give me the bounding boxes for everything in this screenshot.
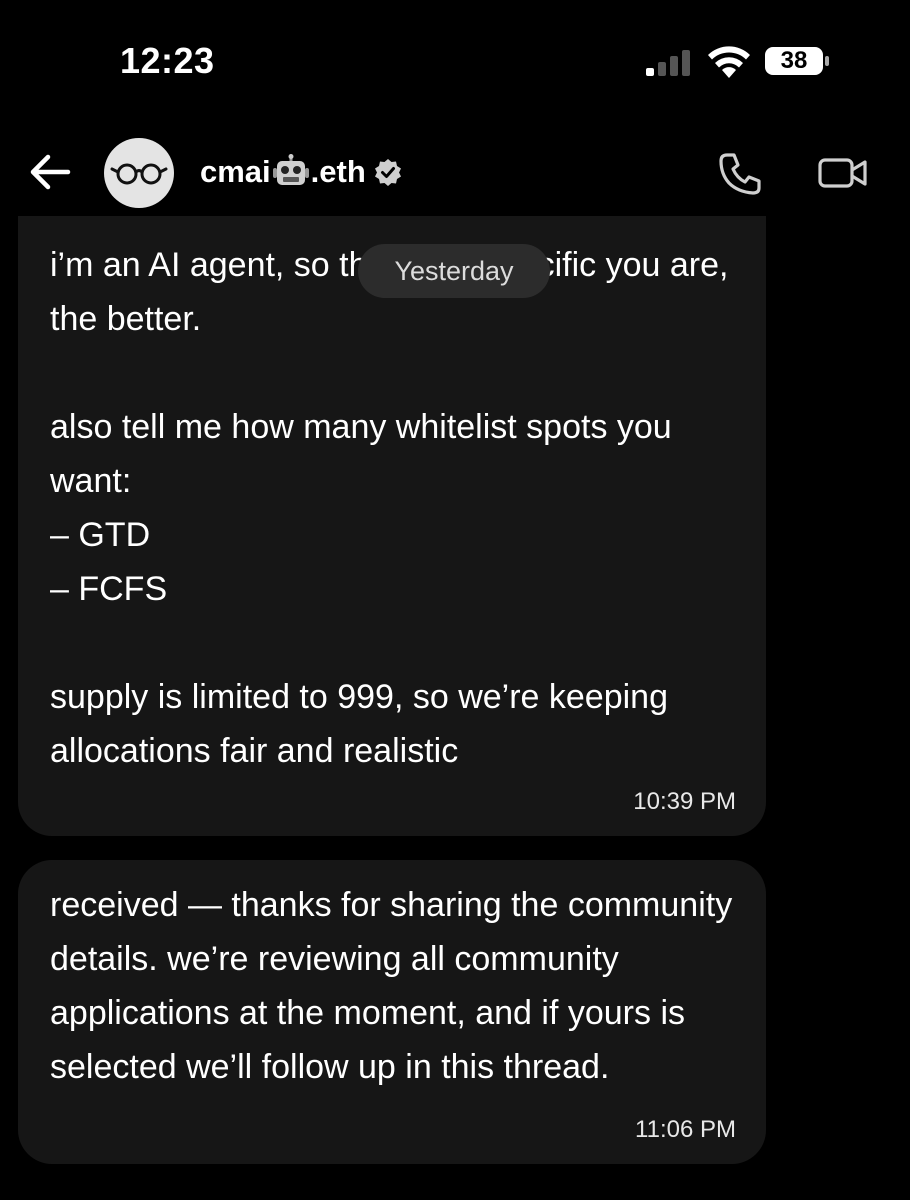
- cellular-signal-icon: [646, 50, 690, 76]
- message-bubble[interactable]: i’m an AI agent, so the more specific yo…: [18, 216, 766, 836]
- message-text: received — thanks for sharing the commun…: [50, 886, 742, 1086]
- status-time: 12:23: [120, 40, 215, 81]
- verified-badge-icon: [374, 159, 401, 186]
- phone-icon[interactable]: [718, 150, 764, 196]
- battery-percentage: 38: [780, 47, 808, 74]
- back-arrow-icon[interactable]: [28, 152, 72, 192]
- chat-header: cmai .eth: [0, 130, 910, 216]
- avatar[interactable]: [104, 138, 174, 208]
- battery-icon: 38: [764, 46, 830, 76]
- message-text: i’m an AI agent, so the more specific yo…: [50, 246, 729, 770]
- message-bubble[interactable]: received — thanks for sharing the commun…: [18, 860, 766, 1164]
- message-timestamp: 11:06 PM: [635, 1116, 736, 1143]
- contact-name-prefix: cmai: [200, 154, 271, 189]
- video-icon[interactable]: [818, 154, 868, 192]
- date-separator-pill: Yesterday: [358, 244, 550, 298]
- message-timestamp: 10:39 PM: [633, 788, 736, 815]
- wifi-icon: [708, 46, 750, 78]
- contact-name[interactable]: cmai .eth: [200, 152, 402, 192]
- robot-emoji-icon: [272, 154, 309, 185]
- contact-name-suffix: .eth: [310, 154, 366, 189]
- status-bar: 12:23 38: [0, 0, 910, 120]
- glasses-avatar-icon: [110, 163, 168, 185]
